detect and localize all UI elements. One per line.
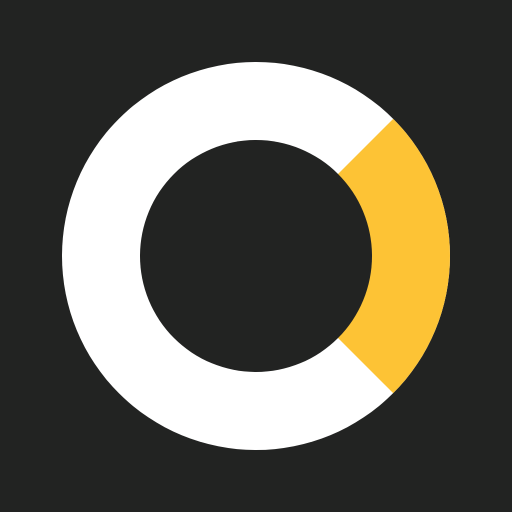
app-icon [0,0,512,512]
ring-center-hole [140,140,372,372]
